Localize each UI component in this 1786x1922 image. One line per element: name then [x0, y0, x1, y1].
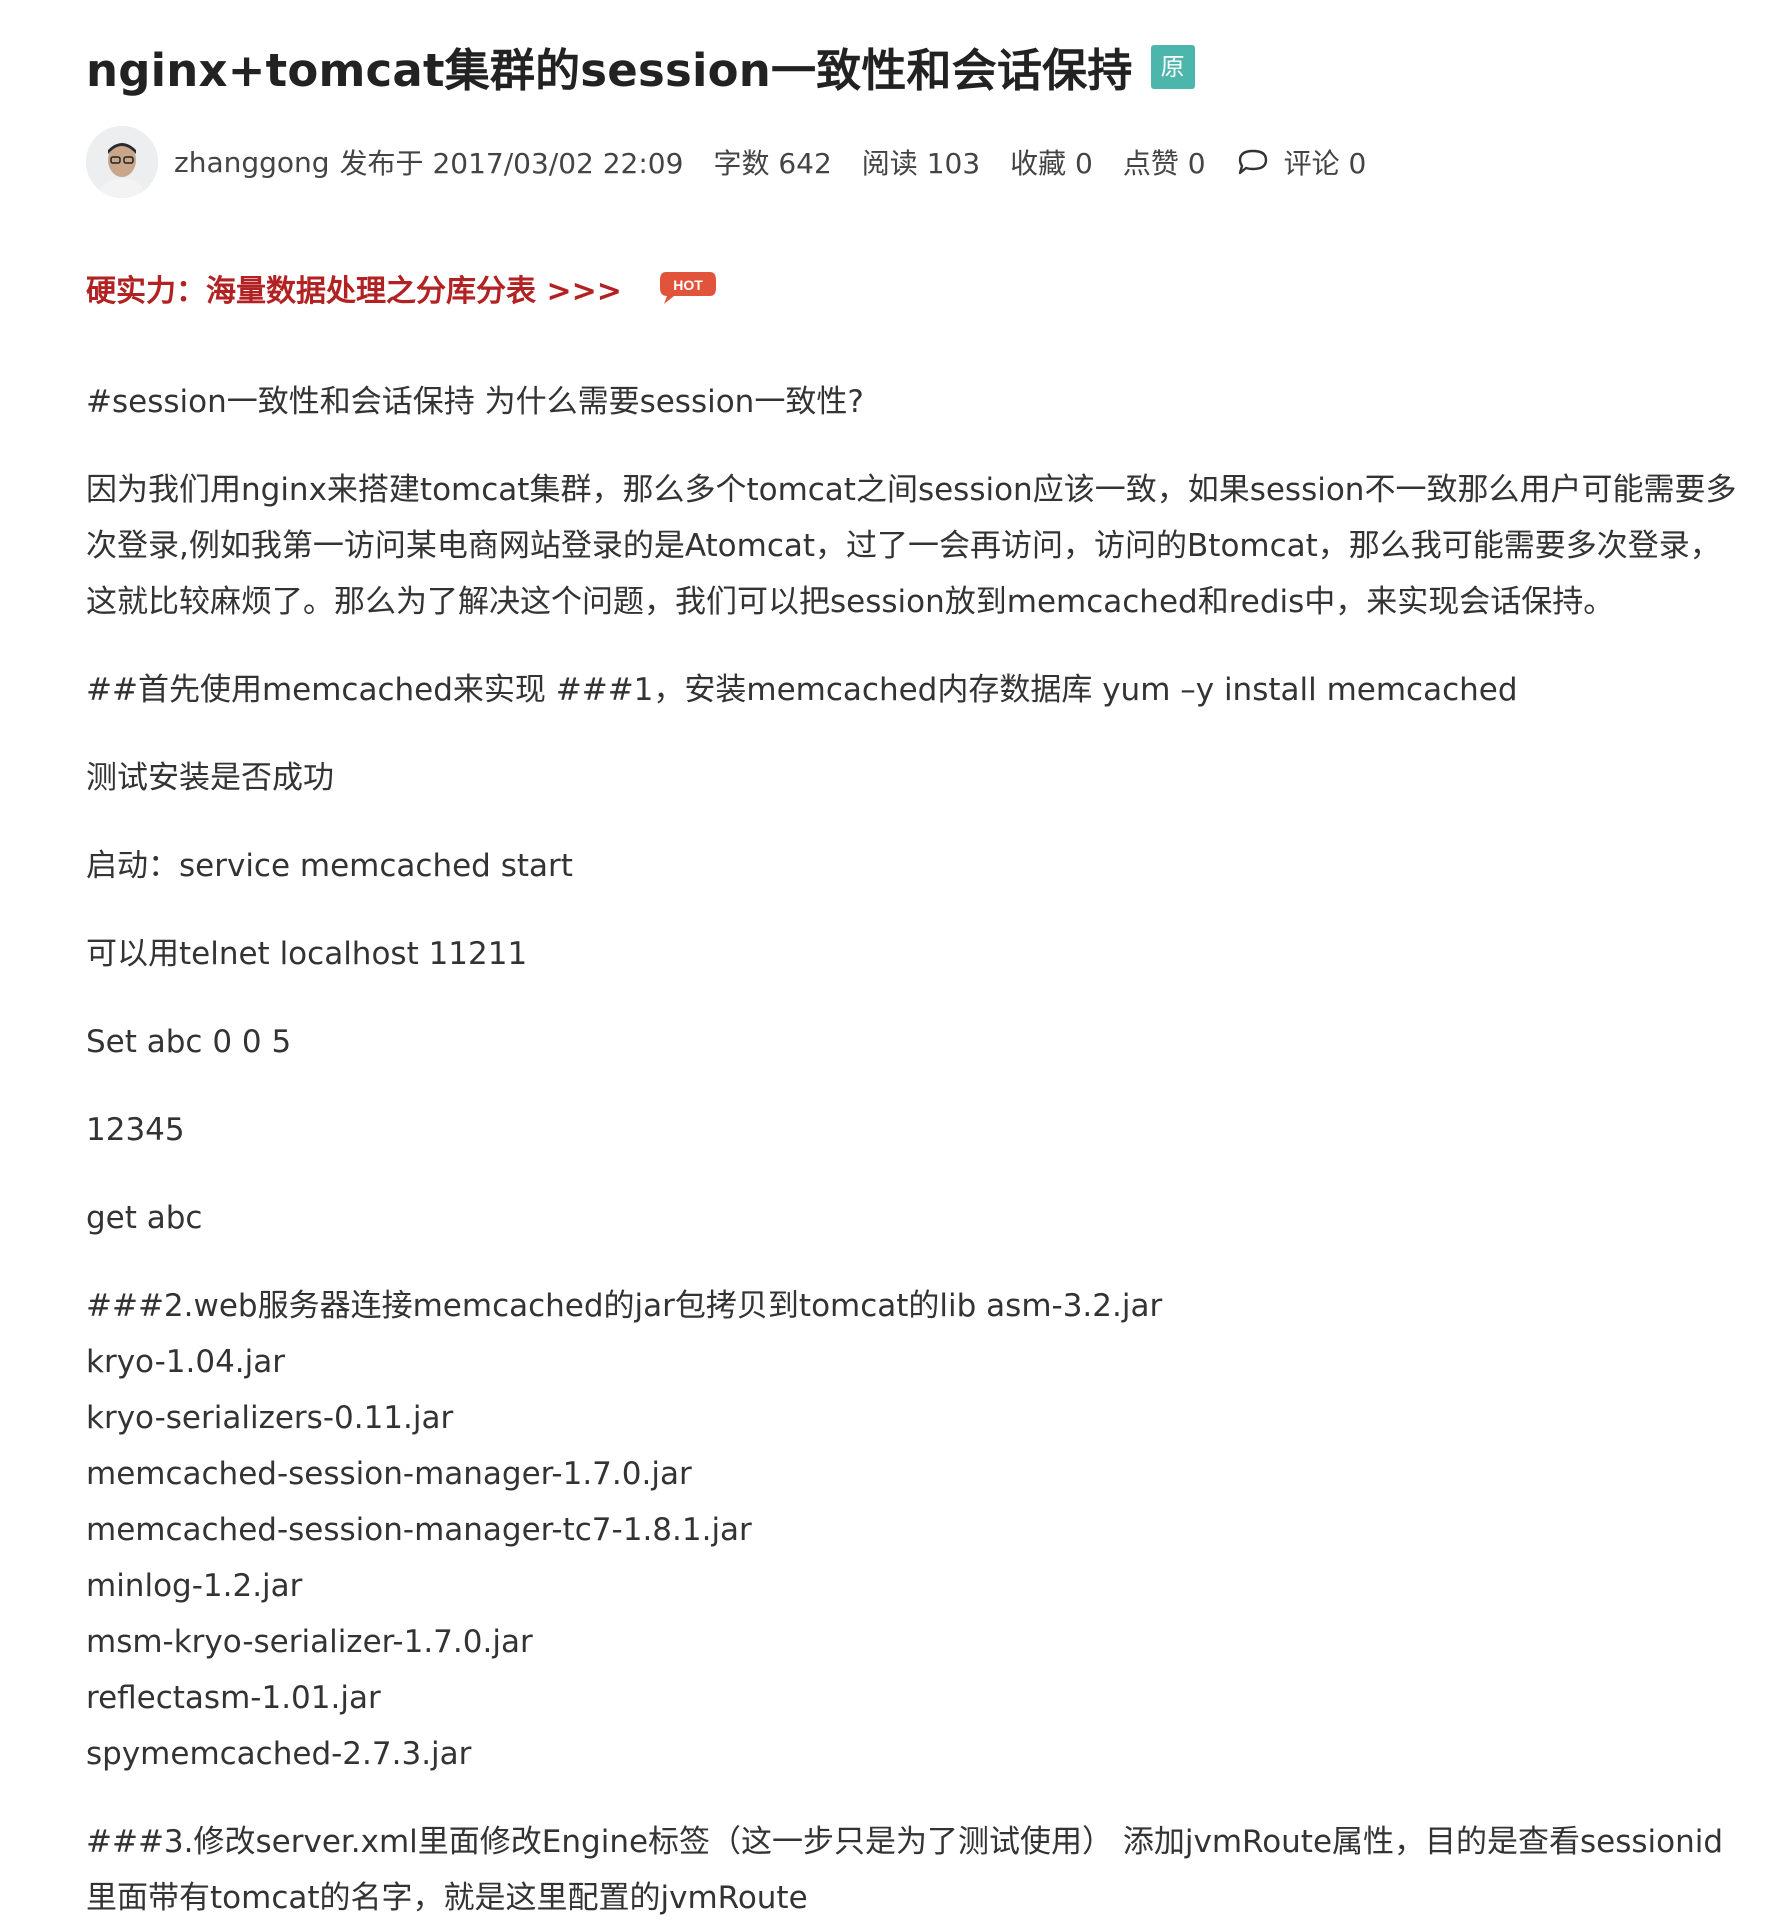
paragraph: 因为我们用nginx来搭建tomcat集群，那么多个tomcat之间sessio…: [86, 472, 1737, 620]
title-row: nginx+tomcat集群的session一致性和会话保持 原: [86, 34, 1195, 99]
comment-count[interactable]: 评论 0: [1284, 142, 1367, 182]
avatar-image: [86, 126, 158, 198]
paragraph: get abc: [86, 1200, 203, 1236]
hot-badge: HOT: [658, 266, 718, 310]
paragraph: #session一致性和会话保持 为什么需要session一致性?: [86, 384, 864, 420]
author-name[interactable]: zhanggong: [174, 146, 330, 179]
article-meta: zhanggong 发布于 2017/03/02 22:09 字数 642 阅读…: [86, 126, 1366, 198]
read-count: 阅读 103: [861, 147, 981, 180]
favorite-count[interactable]: 收藏 0: [1010, 142, 1093, 182]
jar-item: kryo-1.04.jar: [86, 1344, 286, 1380]
paragraph: ###3.修改server.xml里面修改Engine标签（这一步只是为了测试使…: [86, 1824, 1724, 1916]
like-count[interactable]: 点赞 0: [1123, 142, 1206, 182]
paragraph: Set abc 0 0 5: [86, 1024, 292, 1060]
paragraph: 测试安装是否成功: [86, 760, 334, 796]
article-title: nginx+tomcat集群的session一致性和会话保持: [86, 44, 1133, 97]
paragraph: 启动：service memcached start: [86, 848, 573, 884]
paragraph: ##首先使用memcached来实现 ###1，安装memcached内存数据库…: [86, 672, 1518, 708]
author-avatar[interactable]: [86, 126, 158, 198]
jar-item: memcached-session-manager-tc7-1.8.1.jar: [86, 1512, 752, 1548]
jar-list: ###2.web服务器连接memcached的jar包拷贝到tomcat的lib…: [86, 1278, 1746, 1782]
original-badge: 原: [1150, 44, 1195, 89]
paragraph: 可以用telnet localhost 11211: [86, 936, 528, 972]
word-count: 字数 642: [713, 147, 832, 180]
paragraph: 12345: [86, 1112, 185, 1148]
promo-banner: 硬实力：海量数据处理之分库分表 >>> HOT: [86, 266, 718, 310]
publish-date: 发布于 2017/03/02 22:09: [339, 147, 684, 180]
jar-item: minlog-1.2.jar: [86, 1568, 303, 1604]
jar-heading: ###2.web服务器连接memcached的jar包拷贝到tomcat的lib…: [86, 1288, 1163, 1324]
jar-item: spymemcached-2.7.3.jar: [86, 1736, 472, 1772]
svg-text:HOT: HOT: [673, 277, 703, 293]
article-body: #session一致性和会话保持 为什么需要session一致性? 因为我们用n…: [86, 374, 1746, 1922]
promo-link[interactable]: 硬实力：海量数据处理之分库分表 >>>: [86, 266, 622, 310]
jar-item: kryo-serializers-0.11.jar: [86, 1400, 454, 1436]
jar-item: reflectasm-1.01.jar: [86, 1680, 381, 1716]
comment-icon[interactable]: [1236, 148, 1270, 176]
jar-item: memcached-session-manager-1.7.0.jar: [86, 1456, 692, 1492]
jar-item: msm-kryo-serializer-1.7.0.jar: [86, 1624, 533, 1660]
